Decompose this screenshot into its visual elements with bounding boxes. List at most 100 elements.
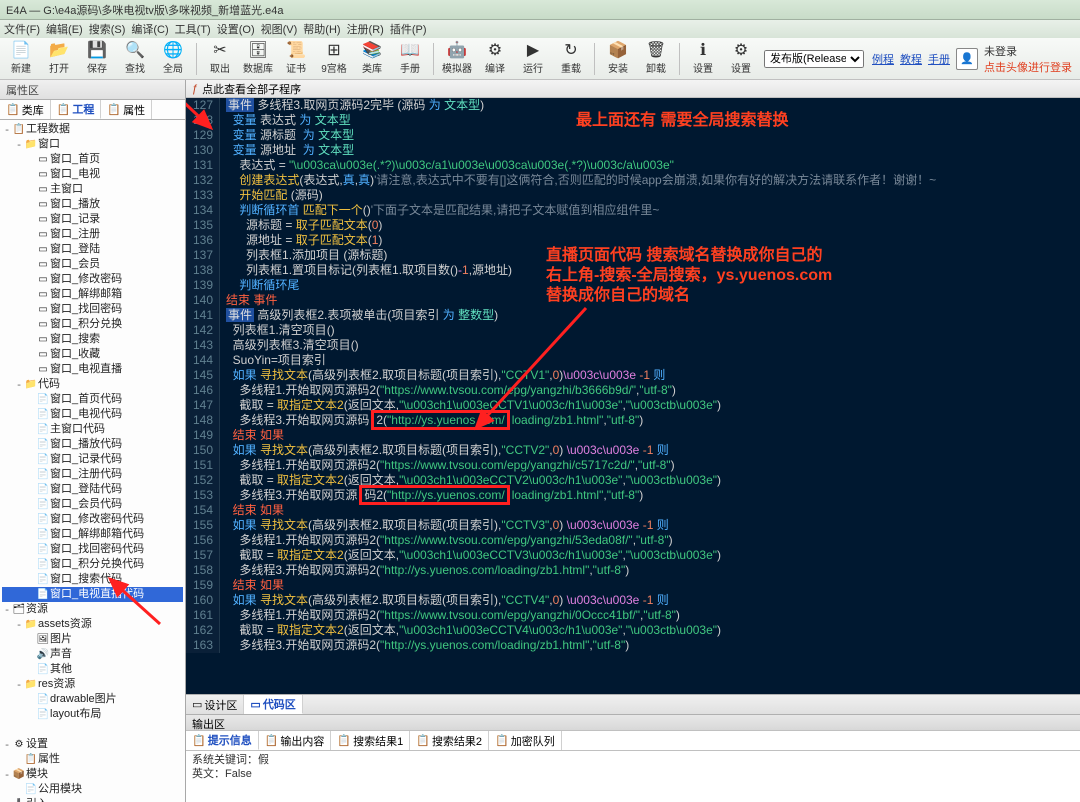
tree-node[interactable]: 📋属性 — [2, 752, 183, 767]
code-line[interactable]: 130 变量 源地址 为 文本型 — [186, 143, 1080, 158]
menu-item[interactable]: 编辑(E) — [46, 24, 83, 36]
code-line[interactable]: 148 多线程3.开始取网页源码2("http://ys.yuenos.com/… — [186, 413, 1080, 428]
tree-node[interactable]: 📄窗口_注册代码 — [2, 467, 183, 482]
tree-node[interactable]: -📁res资源 — [2, 677, 183, 692]
tree-node[interactable]: 📄drawable图片 — [2, 692, 183, 707]
design-tab-1[interactable]: ▭代码区 — [244, 695, 302, 714]
code-line[interactable]: 146 多线程1.开始取网页源码2("https://www.tvsou.com… — [186, 383, 1080, 398]
left-tab-0[interactable]: 📋类库 — [0, 100, 51, 119]
code-line[interactable]: 144 SuoYin=项目索引 — [186, 353, 1080, 368]
out-tab-1[interactable]: 📋输出内容 — [259, 731, 332, 750]
code-line[interactable]: 155 如果 寻找文本(高级列表框2.取项目标题(项目索引),"CCTV3",0… — [186, 518, 1080, 533]
tree-node[interactable]: 📄窗口_会员代码 — [2, 497, 183, 512]
tree-node[interactable]: ▭窗口_解绑邮箱 — [2, 287, 183, 302]
code-line[interactable]: 152 截取 = 取指定文本2(返回文本,"\u003ch1\u003eCCTV… — [186, 473, 1080, 488]
code-line[interactable]: 158 多线程3.开始取网页源码2("http://ys.yuenos.com/… — [186, 563, 1080, 578]
code-line[interactable]: 141事件 高级列表框2.表项被单击(项目索引 为 整数型) — [186, 308, 1080, 323]
code-line[interactable]: 136 源地址 = 取子匹配文本(1) — [186, 233, 1080, 248]
tree-node[interactable]: ▭窗口_找回密码 — [2, 302, 183, 317]
project-tree[interactable]: -📋工程数据-📁窗口▭窗口_首页▭窗口_电视▭主窗口▭窗口_播放▭窗口_记录▭窗… — [0, 120, 185, 802]
code-line[interactable]: 134 判断循环首 匹配下一个()'下面子文本是匹配结果,请把子文本赋值到相应组… — [186, 203, 1080, 218]
menu-item[interactable]: 编译(C) — [131, 24, 168, 36]
tree-node[interactable]: 📄窗口_积分兑换代码 — [2, 557, 183, 572]
tool-新建[interactable]: 📄新建 — [3, 40, 39, 78]
tree-node[interactable]: ▭窗口_收藏 — [2, 347, 183, 362]
tree-node[interactable]: 📄其他 — [2, 662, 183, 677]
tree-node[interactable]: 📄主窗口代码 — [2, 422, 183, 437]
tool-手册[interactable]: 📖手册 — [392, 40, 428, 78]
tool-证书[interactable]: 📜证书 — [278, 40, 314, 78]
code-line[interactable]: 147 截取 = 取指定文本2(返回文本,"\u003ch1\u003eCCTV… — [186, 398, 1080, 413]
tree-node[interactable]: 📄窗口_找回密码代码 — [2, 542, 183, 557]
tool-9宫格[interactable]: ⊞9宫格 — [316, 40, 352, 78]
code-line[interactable]: 153 多线程3.开始取网页源码2("http://ys.yuenos.com/… — [186, 488, 1080, 503]
tree-node[interactable]: ▭窗口_搜索 — [2, 332, 183, 347]
tree-node[interactable]: ▭窗口_积分兑换 — [2, 317, 183, 332]
code-line[interactable]: 156 多线程1.开始取网页源码2("https://www.tvsou.com… — [186, 533, 1080, 548]
code-line[interactable]: 128 变量 表达式 为 文本型 — [186, 113, 1080, 128]
menu-item[interactable]: 注册(R) — [347, 24, 384, 36]
tree-node[interactable]: 📄窗口_登陆代码 — [2, 482, 183, 497]
tool-数据库[interactable]: 🗄数据库 — [240, 40, 276, 78]
code-line[interactable]: 145 如果 寻找文本(高级列表框2.取项目标题(项目索引),"CCTV1",0… — [186, 368, 1080, 383]
menu-item[interactable]: 工具(T) — [175, 24, 211, 36]
menu-item[interactable]: 搜索(S) — [89, 24, 126, 36]
code-line[interactable]: 159 结束 如果 — [186, 578, 1080, 593]
tree-node[interactable]: 📄窗口_首页代码 — [2, 392, 183, 407]
tree-node[interactable]: 📄窗口_播放代码 — [2, 437, 183, 452]
tree-node[interactable]: -⚙设置 — [2, 737, 183, 752]
left-tab-2[interactable]: 📋属性 — [101, 100, 152, 119]
tree-node[interactable]: ▭窗口_会员 — [2, 257, 183, 272]
code-line[interactable]: 150 如果 寻找文本(高级列表框2.取项目标题(项目索引),"CCTV2",0… — [186, 443, 1080, 458]
tree-node[interactable]: ▭主窗口 — [2, 182, 183, 197]
tree-node[interactable]: -📁窗口 — [2, 137, 183, 152]
breadcrumb[interactable]: ƒ 点此查看全部子程序 — [186, 80, 1080, 98]
link-manual[interactable]: 手册 — [928, 51, 950, 67]
tree-node[interactable]: ▭窗口_注册 — [2, 227, 183, 242]
tool-重载[interactable]: ↻重载 — [553, 40, 589, 78]
left-tab-1[interactable]: 📋工程 — [51, 100, 102, 119]
code-line[interactable]: 140结束 事件 — [186, 293, 1080, 308]
tool-编译[interactable]: ⚙编译 — [477, 40, 513, 78]
tool-全局[interactable]: 🌐全局 — [155, 40, 191, 78]
code-line[interactable]: 131 表达式 = "\u003ca\u003e(.*?)\u003c/a1\u… — [186, 158, 1080, 173]
out-tab-2[interactable]: 📋搜索结果1 — [331, 731, 410, 750]
tree-node[interactable]: -➕引入 — [2, 797, 183, 802]
code-line[interactable]: 143 高级列表框3.清空项目() — [186, 338, 1080, 353]
menu-item[interactable]: 帮助(H) — [303, 24, 340, 36]
design-tab-0[interactable]: ▭设计区 — [186, 695, 244, 714]
code-line[interactable]: 161 多线程1.开始取网页源码2("https://www.tvsou.com… — [186, 608, 1080, 623]
tree-node[interactable]: 📄窗口_修改密码代码 — [2, 512, 183, 527]
tree-node[interactable]: ▭窗口_播放 — [2, 197, 183, 212]
link-examples[interactable]: 例程 — [872, 51, 894, 67]
tree-node[interactable]: 📄窗口_电视代码 — [2, 407, 183, 422]
code-line[interactable]: 142 列表框1.清空项目() — [186, 323, 1080, 338]
code-line[interactable]: 149 结束 如果 — [186, 428, 1080, 443]
tree-node[interactable] — [2, 722, 183, 737]
link-tutorial[interactable]: 教程 — [900, 51, 922, 67]
tool-运行[interactable]: ▶运行 — [515, 40, 551, 78]
tool-打开[interactable]: 📂打开 — [41, 40, 77, 78]
code-line[interactable]: 127事件 多线程3.取网页源码2完毕 (源码 为 文本型) — [186, 98, 1080, 113]
tree-node[interactable]: ▭窗口_记录 — [2, 212, 183, 227]
avatar[interactable]: 👤 — [956, 48, 978, 70]
tree-node[interactable]: 🔊声音 — [2, 647, 183, 662]
code-line[interactable]: 135 源标题 = 取子匹配文本(0) — [186, 218, 1080, 233]
tree-node[interactable]: ▭窗口_首页 — [2, 152, 183, 167]
tree-node[interactable]: 📄窗口_记录代码 — [2, 452, 183, 467]
tool-设置[interactable]: ⚙设置 — [723, 40, 759, 78]
tree-node[interactable]: 📄公用模块 — [2, 782, 183, 797]
code-line[interactable]: 139 判断循环尾 — [186, 278, 1080, 293]
code-line[interactable]: 154 结束 如果 — [186, 503, 1080, 518]
tree-node[interactable]: 🖼图片 — [2, 632, 183, 647]
tool-取出[interactable]: ✂取出 — [202, 40, 238, 78]
tool-模拟器[interactable]: 🤖模拟器 — [439, 40, 475, 78]
tree-node[interactable]: 📄窗口_电视直播代码 — [2, 587, 183, 602]
tree-node[interactable]: 📄layout布局 — [2, 707, 183, 722]
tree-node[interactable]: -📁assets资源 — [2, 617, 183, 632]
menu-item[interactable]: 插件(P) — [390, 24, 427, 36]
code-line[interactable]: 163 多线程3.开始取网页源码2("http://ys.yuenos.com/… — [186, 638, 1080, 653]
tool-设置[interactable]: ℹ设置 — [685, 40, 721, 78]
code-line[interactable]: 133 开始匹配 (源码) — [186, 188, 1080, 203]
code-line[interactable]: 137 列表框1.添加项目 (源标题) — [186, 248, 1080, 263]
